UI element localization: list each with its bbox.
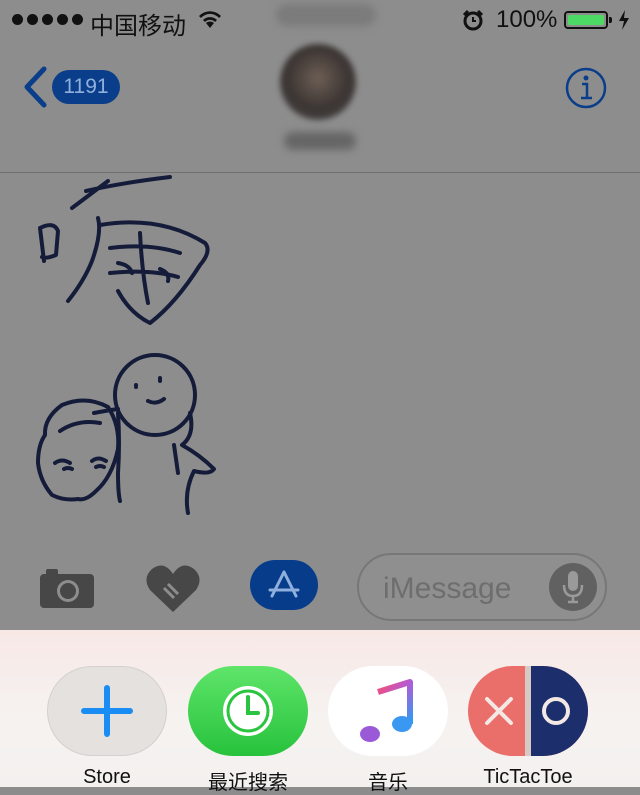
clock-icon [188,666,308,756]
digital-touch-heart-icon[interactable] [144,562,202,614]
app-label: 最近搜索 [208,772,288,794]
back-button[interactable]: 1191 [22,66,120,108]
app-label: TicTacToe [483,766,573,788]
imessage-placeholder: iMessage [383,572,512,605]
wifi-icon [199,11,221,28]
unread-count-badge: 1191 [52,70,120,104]
app-label: Store [83,766,131,788]
battery-icon [564,11,612,29]
blurred-contact-label [284,132,356,150]
app-store-plus-button[interactable]: Store [47,666,167,789]
imessage-input[interactable]: iMessage [357,553,607,621]
tictactoe-app-button[interactable]: TicTacToe [468,666,588,789]
microphone-icon [562,571,584,604]
signal-strength-icon [12,14,83,25]
conversation-header: 1191 [0,40,640,173]
handwritten-message-drawing [36,175,216,515]
imessage-app-drawer: Store 最近搜索 音乐 TicTacToe [0,630,640,794]
blurred-contact-name [276,4,376,26]
info-icon[interactable] [564,66,608,110]
camera-icon[interactable] [38,564,96,610]
tictactoe-icon [468,666,588,756]
battery-percentage: 100% [496,6,558,33]
app-store-icon [268,570,300,598]
alarm-icon [462,9,484,31]
message-input-toolbar: iMessage [0,548,640,628]
chevron-left-icon [24,66,47,108]
app-label: 音乐 [368,772,408,794]
plus-icon [47,666,167,756]
recent-searches-app-button[interactable]: 最近搜索 [188,666,308,795]
charging-bolt-icon [619,10,629,30]
app-store-button[interactable] [250,560,318,610]
contact-avatar[interactable] [280,44,356,120]
music-app-button[interactable]: 音乐 [328,666,448,795]
microphone-button[interactable] [549,563,597,611]
carrier-name: 中国移动 [90,13,186,40]
music-note-icon [328,666,448,756]
status-bar: 中国移动 100% [0,0,640,40]
